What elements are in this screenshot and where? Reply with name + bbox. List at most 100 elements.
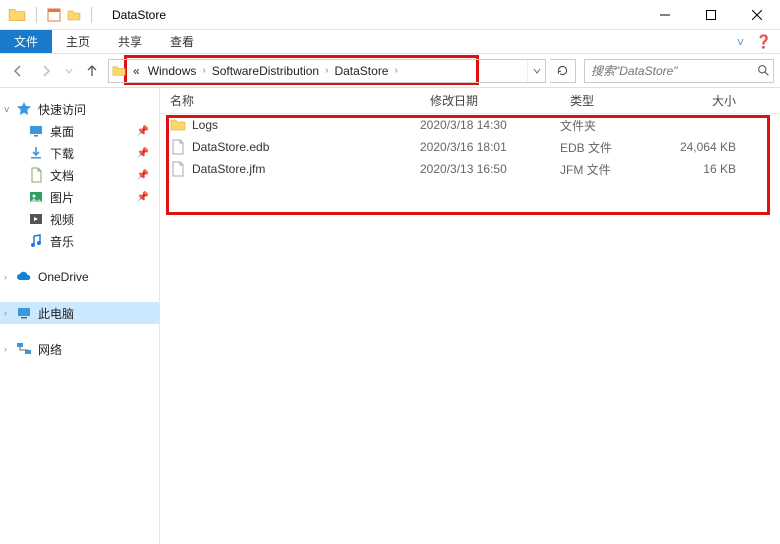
file-date: 2020/3/16 18:01 xyxy=(420,140,560,154)
pin-icon: 📌 xyxy=(137,170,149,181)
column-date[interactable]: 修改日期 xyxy=(420,92,560,109)
qat-newfolder-icon[interactable] xyxy=(67,8,81,22)
column-type[interactable]: 类型 xyxy=(560,92,670,109)
pin-icon: 📌 xyxy=(137,192,149,203)
minimize-button[interactable] xyxy=(642,0,688,30)
folder-app-icon xyxy=(8,6,26,24)
sidebar-item-label: 桌面 xyxy=(50,123,74,140)
help-icon[interactable]: ❓ xyxy=(756,34,772,50)
ribbon-tabs: 文件 主页 共享 查看 ⅴ ❓ xyxy=(0,30,780,54)
column-name[interactable]: 名称 xyxy=(160,92,420,109)
separator xyxy=(91,7,92,23)
star-icon xyxy=(16,101,32,117)
file-icon xyxy=(170,161,186,177)
file-type: JFM 文件 xyxy=(560,161,670,178)
sidebar-quickaccess[interactable]: ⅴ 快速访问 xyxy=(0,98,159,120)
sidebar-item-pictures[interactable]: 图片 📌 xyxy=(0,186,159,208)
sidebar-item-label: 网络 xyxy=(38,341,62,358)
pictures-icon xyxy=(28,189,44,205)
sidebar-item-desktop[interactable]: 桌面 📌 xyxy=(0,120,159,142)
network-icon xyxy=(16,341,32,357)
tab-home[interactable]: 主页 xyxy=(52,30,104,53)
sidebar-item-label: 文档 xyxy=(50,167,74,184)
sidebar-item-label: 视频 xyxy=(50,211,74,228)
sidebar-thispc[interactable]: › 此电脑 xyxy=(0,302,159,324)
search-icon[interactable] xyxy=(754,64,773,77)
documents-icon xyxy=(28,167,44,183)
computer-icon xyxy=(16,305,32,321)
sidebar-item-videos[interactable]: 视频 xyxy=(0,208,159,230)
sidebar-item-label: 下载 xyxy=(50,145,74,162)
title-bar: DataStore xyxy=(0,0,780,30)
qat-properties-icon[interactable] xyxy=(47,8,61,22)
navigation-pane: ⅴ 快速访问 桌面 📌 下载 📌 文档 📌 图片 📌 视频音乐 › OneDrive › 此电脑 xyxy=(0,88,160,544)
pin-icon: 📌 xyxy=(137,148,149,159)
navigation-bar: « Windows › SoftwareDistribution › DataS… xyxy=(0,54,780,88)
chevron-right-icon[interactable]: › xyxy=(4,308,7,318)
folder-icon xyxy=(170,117,186,133)
file-row[interactable]: DataStore.jfm 2020/3/13 16:50JFM 文件16 KB xyxy=(160,158,780,180)
breadcrumb-item[interactable]: DataStore xyxy=(330,64,392,78)
sidebar-item-label: 图片 xyxy=(50,189,74,206)
file-row[interactable]: DataStore.edb 2020/3/16 18:01EDB 文件24,064… xyxy=(160,136,780,158)
sidebar-network[interactable]: › 网络 xyxy=(0,338,159,360)
cloud-icon xyxy=(16,269,32,285)
breadcrumb: « Windows › SoftwareDistribution › DataS… xyxy=(129,64,527,78)
file-type: EDB 文件 xyxy=(560,139,670,156)
address-folder-icon xyxy=(109,64,129,78)
file-tab[interactable]: 文件 xyxy=(0,30,52,53)
breadcrumb-item[interactable]: SoftwareDistribution xyxy=(208,64,323,78)
breadcrumb-item[interactable]: Windows xyxy=(144,64,201,78)
file-view: ︿ 名称 修改日期 类型 大小 Logs 2020/3/18 14:30文件夹 Da… xyxy=(160,88,780,544)
breadcrumb-overflow[interactable]: « xyxy=(129,64,144,78)
chevron-down-icon[interactable]: ⅴ xyxy=(4,104,9,115)
chevron-right-icon[interactable]: › xyxy=(200,65,207,76)
sort-indicator-icon: ︿ xyxy=(450,88,459,101)
desktop-icon xyxy=(28,123,44,139)
tab-view[interactable]: 查看 xyxy=(156,30,208,53)
file-date: 2020/3/18 14:30 xyxy=(420,118,560,132)
music-icon xyxy=(28,233,44,249)
sidebar-item-label: OneDrive xyxy=(38,270,89,284)
sidebar-item-music[interactable]: 音乐 xyxy=(0,230,159,252)
pin-icon: 📌 xyxy=(137,126,149,137)
window-title: DataStore xyxy=(112,8,166,22)
separator xyxy=(36,7,37,23)
address-bar[interactable]: « Windows › SoftwareDistribution › DataS… xyxy=(108,59,546,83)
tab-share[interactable]: 共享 xyxy=(104,30,156,53)
file-date: 2020/3/13 16:50 xyxy=(420,162,560,176)
sidebar-item-documents[interactable]: 文档 📌 xyxy=(0,164,159,186)
chevron-right-icon[interactable]: › xyxy=(392,65,399,76)
file-row[interactable]: Logs 2020/3/18 14:30文件夹 xyxy=(160,114,780,136)
nav-recent-dropdown[interactable] xyxy=(62,59,76,83)
chevron-right-icon[interactable]: › xyxy=(4,344,7,354)
sidebar-onedrive[interactable]: › OneDrive xyxy=(0,266,159,288)
nav-forward-button[interactable] xyxy=(34,59,58,83)
column-headers: 名称 修改日期 类型 大小 xyxy=(160,88,780,114)
column-size[interactable]: 大小 xyxy=(670,92,750,109)
ribbon-expand-icon[interactable]: ⅴ xyxy=(737,35,744,48)
downloads-icon xyxy=(28,145,44,161)
search-box[interactable] xyxy=(584,59,774,83)
sidebar-item-label: 此电脑 xyxy=(38,305,74,322)
file-name: Logs xyxy=(192,118,218,132)
file-icon xyxy=(170,139,186,155)
nav-back-button[interactable] xyxy=(6,59,30,83)
file-size: 16 KB xyxy=(670,162,750,176)
refresh-button[interactable] xyxy=(550,59,576,83)
chevron-right-icon[interactable]: › xyxy=(323,65,330,76)
sidebar-item-downloads[interactable]: 下载 📌 xyxy=(0,142,159,164)
videos-icon xyxy=(28,211,44,227)
address-dropdown-icon[interactable] xyxy=(527,60,545,82)
file-type: 文件夹 xyxy=(560,117,670,134)
file-size: 24,064 KB xyxy=(670,140,750,154)
file-name: DataStore.jfm xyxy=(192,162,265,176)
file-name: DataStore.edb xyxy=(192,140,269,154)
search-input[interactable] xyxy=(585,64,754,78)
sidebar-item-label: 音乐 xyxy=(50,233,74,250)
sidebar-item-label: 快速访问 xyxy=(38,101,86,118)
maximize-button[interactable] xyxy=(688,0,734,30)
close-button[interactable] xyxy=(734,0,780,30)
chevron-right-icon[interactable]: › xyxy=(4,272,7,282)
nav-up-button[interactable] xyxy=(80,59,104,83)
